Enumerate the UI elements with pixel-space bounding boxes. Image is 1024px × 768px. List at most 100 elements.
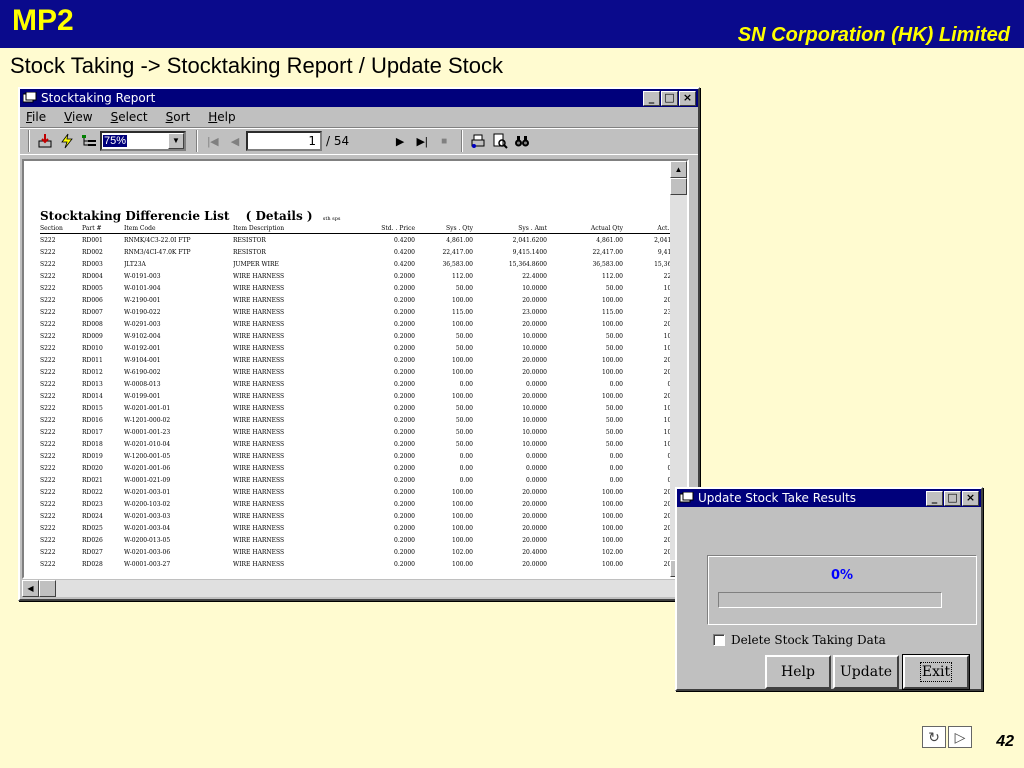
delete-data-checkbox[interactable]: Delete Stock Taking Data	[713, 633, 886, 647]
table-cell: 50.00	[605, 416, 623, 424]
table-row: S222 RD002 RNM3/4CI-47.0K FTP RESISTOR 0.420…	[40, 246, 687, 258]
table-cell: 0.2000	[394, 416, 415, 424]
table-cell: 0.2000	[394, 488, 415, 496]
close-button[interactable]: ×	[679, 90, 696, 106]
page-number: 42	[996, 733, 1014, 750]
table-cell: 0.00	[609, 476, 623, 484]
table-row: S222 RD013 W-0008-013 WIRE HARNESS 0.2000 0.0…	[40, 378, 687, 390]
table-row: S222 RD003 JLT23A JUMPER WIRE 0.4200 36,583.0…	[40, 258, 687, 270]
zoom-select[interactable]: 75% ▼	[100, 131, 186, 151]
last-page-icon[interactable]: ▶|	[411, 130, 433, 152]
refresh-lightning-icon[interactable]	[56, 130, 78, 152]
table-row: S222 RD015 W-0201-001-01 WIRE HARNESS 0.2000…	[40, 402, 687, 414]
report-window: Stocktaking Report _ □ × File View Selec…	[18, 87, 700, 601]
menu-help[interactable]: Help	[206, 110, 237, 124]
table-cell: S222	[40, 368, 56, 376]
col-header: Actual Qty	[590, 225, 623, 232]
table-cell: S222	[40, 440, 56, 448]
table-cell: 100.00	[602, 560, 623, 568]
binoculars-icon[interactable]	[511, 130, 533, 152]
update-button[interactable]: Update	[833, 655, 899, 689]
table-cell: WIRE HARNESS	[233, 536, 285, 544]
next-slide-icon[interactable]: ▷	[948, 726, 972, 748]
table-cell: 100.00	[452, 536, 473, 544]
table-cell: 0.2000	[394, 560, 415, 568]
dialog-titlebar[interactable]: Update Stock Take Results _ □ ×	[677, 489, 981, 507]
table-cell: 50.00	[455, 416, 473, 424]
table-cell: 0.2000	[394, 356, 415, 364]
table-cell: RD025	[82, 524, 103, 532]
minimize-button[interactable]: _	[643, 90, 660, 106]
print-setup-icon[interactable]	[467, 130, 489, 152]
minimize-button[interactable]: _	[926, 490, 943, 506]
table-cell: 0.2000	[394, 548, 415, 556]
maximize-button[interactable]: □	[944, 490, 961, 506]
table-row: S222 RD012 W-6190-002 WIRE HARNESS 0.2000 100…	[40, 366, 687, 378]
table-cell: RD008	[82, 320, 103, 328]
stop-icon[interactable]: ■	[433, 130, 455, 152]
report-titlebar[interactable]: Stocktaking Report _ □ ×	[20, 89, 698, 107]
previous-page-icon[interactable]: ◀	[224, 130, 246, 152]
table-cell: S222	[40, 284, 56, 292]
horizontal-scrollbar[interactable]: ◀ ▶	[22, 580, 693, 597]
maximize-button[interactable]: □	[661, 90, 678, 106]
table-cell: 0.2000	[394, 428, 415, 436]
progress-frame: 0%	[707, 555, 977, 625]
export-icon[interactable]	[34, 130, 56, 152]
table-cell: WIRE HARNESS	[233, 512, 285, 520]
table-cell: S222	[40, 344, 56, 352]
menu-sort[interactable]: Sort	[164, 110, 193, 124]
chevron-down-icon[interactable]: ▼	[168, 133, 184, 149]
table-cell: 50.00	[455, 440, 473, 448]
progress-bar	[718, 592, 942, 608]
exit-button[interactable]: Exit	[902, 654, 970, 690]
table-cell: 9,415.1400	[512, 248, 547, 256]
menu-view[interactable]: View	[62, 110, 94, 124]
table-cell: W-0201-001-01	[124, 404, 171, 412]
col-header: Sys . Qty	[445, 225, 473, 232]
hscroll-thumb[interactable]	[39, 580, 56, 597]
table-cell: 0.4200	[394, 248, 415, 256]
table-cell: S222	[40, 452, 56, 460]
table-cell: W-1200-001-05	[124, 452, 171, 460]
table-cell: WIRE HARNESS	[233, 452, 285, 460]
return-icon[interactable]: ↻	[922, 726, 946, 748]
table-cell: 0.2000	[394, 392, 415, 400]
header-banner: MP2 SN Corporation (HK) Limited	[0, 0, 1024, 48]
table-cell: 100.00	[452, 368, 473, 376]
update-button-label: Update	[840, 664, 892, 680]
table-cell: 0.2000	[394, 512, 415, 520]
table-row: S222 RD025 W-0201-003-04 WIRE HARNESS 0.2000…	[40, 522, 687, 534]
table-cell: RD018	[82, 440, 103, 448]
table-cell: W-9104-001	[124, 356, 161, 364]
help-button[interactable]: Help	[765, 655, 831, 689]
checkbox-box[interactable]	[713, 634, 725, 646]
table-cell: 100.00	[452, 512, 473, 520]
table-cell: WIRE HARNESS	[233, 476, 285, 484]
menu-file[interactable]: File	[24, 110, 48, 124]
table-cell: W-0201-003-01	[124, 488, 171, 496]
table-cell: S222	[40, 260, 56, 268]
page-number-input[interactable]: 1	[246, 131, 322, 151]
table-cell: WIRE HARNESS	[233, 464, 285, 472]
table-cell: 20.0000	[522, 296, 547, 304]
table-cell: W-0190-022	[124, 308, 161, 316]
slide-nav: ↻ ▷	[922, 726, 972, 748]
group-tree-icon[interactable]	[78, 130, 100, 152]
report-title-paren: ( Details )	[245, 209, 313, 223]
table-row: S222 RD006 W-2190-001 WIRE HARNESS 0.2000 100…	[40, 294, 687, 306]
close-button[interactable]: ×	[962, 490, 979, 506]
table-cell: W-0001-021-09	[124, 476, 171, 484]
first-page-icon[interactable]: |◀	[202, 130, 224, 152]
scroll-up-icon[interactable]: ▲	[670, 161, 687, 178]
scroll-thumb[interactable]	[670, 178, 687, 195]
menu-select[interactable]: Select	[109, 110, 150, 124]
report-title-small: sth sps	[322, 216, 341, 222]
table-cell: 0.00	[459, 464, 473, 472]
table-cell: RD005	[82, 284, 103, 292]
table-cell: S222	[40, 296, 56, 304]
search-document-icon[interactable]	[489, 130, 511, 152]
scroll-left-icon[interactable]: ◀	[22, 580, 39, 597]
table-cell: W-0199-001	[124, 392, 161, 400]
next-page-icon[interactable]: ▶	[389, 130, 411, 152]
